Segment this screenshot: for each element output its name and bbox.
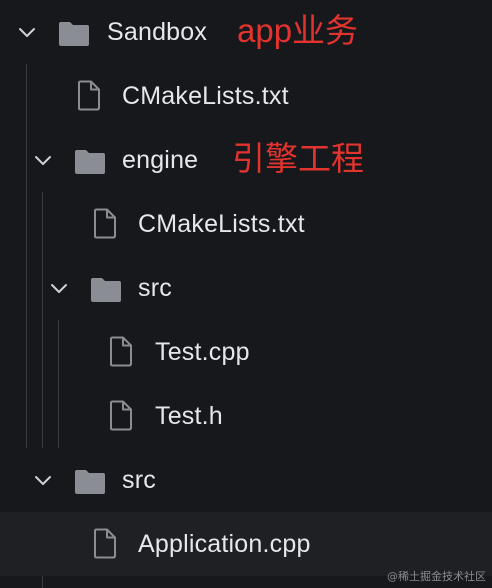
annotation-engine-project: 引擎工程	[232, 140, 364, 177]
chevron-down-icon[interactable]	[32, 149, 54, 171]
chevron-down-icon[interactable]	[48, 277, 70, 299]
file-label-cmakelists: CMakeLists.txt	[138, 210, 305, 238]
annotation-app-business: app业务	[237, 12, 359, 49]
tree-row-application-cpp[interactable]: Application.cpp	[0, 512, 492, 576]
tree-row-engine-cmakelists[interactable]: CMakeLists.txt	[0, 192, 492, 256]
tree-row-engine-src-folder[interactable]: src	[0, 256, 492, 320]
tree-row-root-src-folder[interactable]: src	[0, 448, 492, 512]
file-label-cmakelists: CMakeLists.txt	[122, 82, 289, 110]
folder-label-src: src	[122, 466, 156, 494]
watermark: @稀土掘金技术社区	[387, 570, 486, 583]
tree-row-test-h[interactable]: Test.h	[0, 384, 492, 448]
file-icon	[94, 208, 116, 239]
folder-label-src: src	[138, 274, 172, 302]
file-icon	[78, 80, 100, 111]
file-explorer-tree: Sandbox app业务 CMakeLists.txt engine 引擎工程…	[0, 0, 492, 588]
tree-row-test-cpp[interactable]: Test.cpp	[0, 320, 492, 384]
tree-row-engine-folder[interactable]: engine 引擎工程	[0, 128, 492, 192]
folder-icon	[59, 22, 89, 46]
file-icon	[94, 528, 116, 559]
tree-row-sandbox-folder[interactable]: Sandbox app业务	[0, 0, 492, 64]
file-label-application-cpp: Application.cpp	[138, 530, 311, 558]
folder-icon	[91, 278, 121, 302]
chevron-down-icon[interactable]	[32, 469, 54, 491]
file-label-test-cpp: Test.cpp	[155, 338, 250, 366]
file-icon	[110, 400, 132, 431]
tree-row-root-cmakelists[interactable]: CMakeLists.txt	[0, 64, 492, 128]
folder-icon	[75, 470, 105, 494]
folder-label-sandbox: Sandbox	[107, 18, 208, 46]
folder-label-engine: engine	[122, 146, 199, 174]
folder-icon	[75, 150, 105, 174]
file-label-test-h: Test.h	[155, 402, 223, 430]
file-icon	[110, 336, 132, 367]
chevron-down-icon[interactable]	[16, 21, 38, 43]
